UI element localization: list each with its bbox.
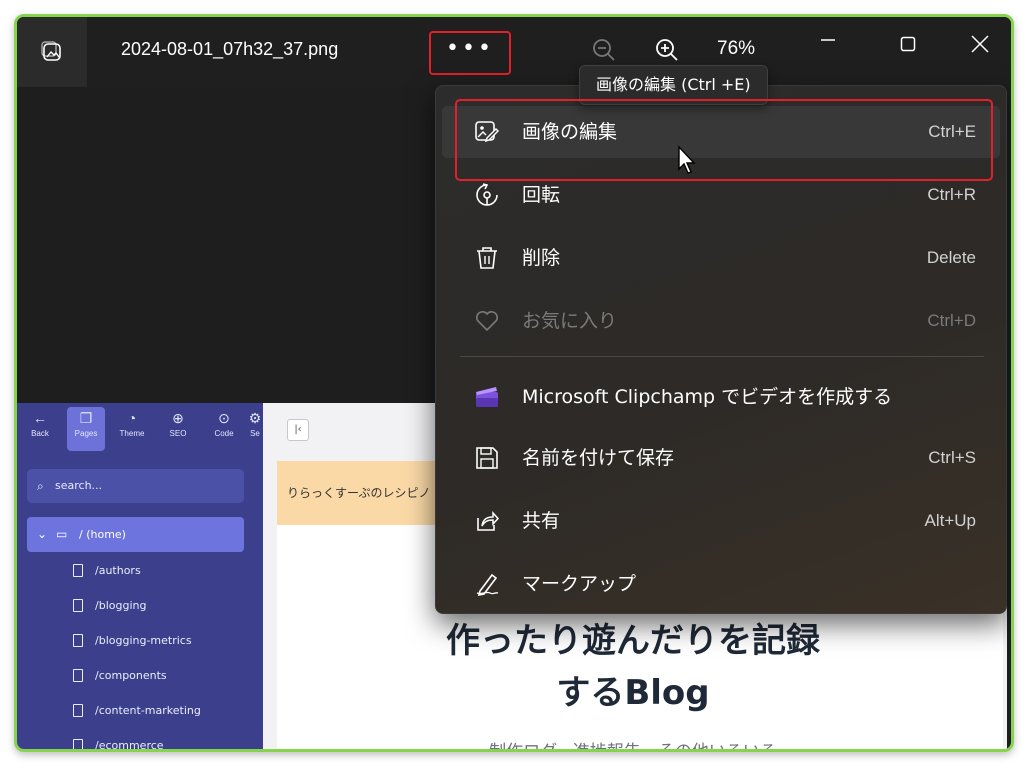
cms-code-label: Code <box>214 429 234 438</box>
zoom-level[interactable]: 76% <box>717 38 755 60</box>
globe-search-icon: ⊕ <box>172 410 184 426</box>
cms-pages-label: Pages <box>74 429 98 438</box>
menu-item-shortcut: Ctrl+D <box>927 311 976 330</box>
file-icon <box>73 669 83 682</box>
tree-page-item: /blogging <box>73 596 146 616</box>
menu-item-delete[interactable]: 削除 Delete <box>442 232 1000 284</box>
rotate-icon <box>476 183 498 206</box>
more-dots-icon: ••• <box>446 36 494 61</box>
file-icon <box>73 739 83 749</box>
cms-toolbar: ← Back ❐ Pages ◔ Theme ⊕ SEO ⊙ Code ⚙ Se <box>17 403 263 453</box>
tree-page-item: /content-marketing <box>73 701 201 721</box>
menu-item-save-as[interactable]: 名前を付けて保存 Ctrl+S <box>442 432 1000 484</box>
menu-item-label: マークアップ <box>522 573 637 595</box>
trash-icon <box>477 247 497 269</box>
menu-item-label: 名前を付けて保存 <box>522 447 675 469</box>
hero-title-line2: するBlog <box>556 673 710 713</box>
pages-icon: ❐ <box>79 410 93 426</box>
back-arrow-icon: ← <box>33 410 47 426</box>
markup-icon <box>476 573 499 597</box>
zoom-out-icon[interactable] <box>591 37 617 63</box>
app-icon-button[interactable] <box>17 17 87 87</box>
file-icon <box>73 564 83 577</box>
chevron-down-icon: ⌄ <box>37 527 48 541</box>
tree-home-item: ⌄ ▭ / (home) <box>27 517 244 552</box>
cms-search: ⌕ search... <box>27 469 244 503</box>
close-button[interactable] <box>965 29 995 59</box>
heart-icon <box>476 311 498 332</box>
hero-title-line1: 作ったり遊んだりを記録 <box>446 621 820 661</box>
menu-item-markup[interactable]: マークアップ <box>442 558 1000 610</box>
tree-page-label: /components <box>95 669 167 682</box>
cms-search-placeholder: search... <box>55 479 103 492</box>
hero-title: 作ったり遊んだりを記録 するBlog <box>383 615 883 719</box>
cms-sidebar: ← Back ❐ Pages ◔ Theme ⊕ SEO ⊙ Code ⚙ Se ⌕ sear… <box>17 403 263 752</box>
cms-theme-button: ◔ Theme <box>113 407 151 451</box>
settings-icon: ⚙ <box>248 410 262 426</box>
file-icon <box>73 634 83 647</box>
menu-item-favorite[interactable]: お気に入り Ctrl+D <box>442 295 1000 347</box>
tree-page-item: /components <box>73 666 167 686</box>
minimize-button[interactable] <box>813 29 843 59</box>
tree-page-item: /authors <box>73 561 141 581</box>
menu-item-label: Microsoft Clipchamp でビデオを作成する <box>522 386 893 408</box>
tree-page-label: /blogging <box>95 599 147 612</box>
clipchamp-icon <box>476 387 498 407</box>
tree-home-label: / (home) <box>79 528 126 541</box>
menu-item-shortcut: Ctrl+S <box>928 448 976 467</box>
mouse-cursor-icon <box>678 145 696 174</box>
search-icon: ⌕ <box>37 479 44 493</box>
title-bar: 2024-08-01_07h32_37.png ••• 76% <box>17 17 1011 87</box>
cms-code-button: ⊙ Code <box>205 407 243 451</box>
photos-viewer-window: 2024-08-01_07h32_37.png ••• 76% ← Back ❐… <box>14 14 1014 752</box>
menu-item-shortcut: Ctrl+R <box>927 185 976 204</box>
tree-page-item: /blogging-metrics <box>73 631 192 651</box>
cms-back-button: ← Back <box>21 407 59 451</box>
maximize-button[interactable] <box>893 29 923 59</box>
more-options-button[interactable]: ••• <box>429 31 511 75</box>
save-icon <box>476 447 498 469</box>
cms-settings-button: ⚙ Se <box>247 407 263 451</box>
tree-page-item: /ecommerce <box>73 736 164 752</box>
tree-page-label: /ecommerce <box>95 739 164 752</box>
tree-page-label: /blogging-metrics <box>95 634 192 647</box>
zoom-in-icon[interactable] <box>654 37 680 63</box>
code-icon: ⊙ <box>218 410 230 426</box>
palette-icon: ◔ <box>127 410 137 426</box>
close-icon <box>971 35 989 53</box>
menu-item-share[interactable]: 共有 Alt+Up <box>442 495 1000 547</box>
menu-separator <box>460 356 984 357</box>
menu-item-label: 回転 <box>522 184 561 206</box>
annotation-highlight-box <box>455 99 993 181</box>
maximize-icon <box>900 36 916 52</box>
tree-page-label: /content-marketing <box>95 704 201 717</box>
cms-back-label: Back <box>31 429 49 438</box>
minimize-icon <box>821 39 835 41</box>
file-icon <box>73 704 83 717</box>
cms-theme-label: Theme <box>119 429 145 438</box>
menu-item-shortcut: Alt+Up <box>924 511 977 530</box>
menu-item-clipchamp[interactable]: Microsoft Clipchamp でビデオを作成する <box>442 371 1000 423</box>
folder-icon: ▭ <box>56 527 68 541</box>
cms-seo-label: SEO <box>169 429 187 438</box>
sidebar-collapse-icon: |‹ <box>287 419 309 441</box>
menu-item-label: お気に入り <box>522 310 618 332</box>
cms-seo-button: ⊕ SEO <box>159 407 197 451</box>
menu-item-label: 共有 <box>522 510 561 532</box>
photos-app-icon <box>41 41 61 61</box>
menu-item-shortcut: Delete <box>926 248 976 267</box>
file-name: 2024-08-01_07h32_37.png <box>121 39 339 59</box>
cms-pages-button: ❐ Pages <box>67 407 105 451</box>
hero-subtitle: 制作ログ、進捗報告、その他いろいろ <box>489 742 777 752</box>
file-icon <box>73 599 83 612</box>
cms-settings-label: Se <box>250 429 260 438</box>
tree-page-label: /authors <box>95 564 141 577</box>
share-icon <box>477 511 500 531</box>
menu-item-label: 削除 <box>522 247 561 269</box>
